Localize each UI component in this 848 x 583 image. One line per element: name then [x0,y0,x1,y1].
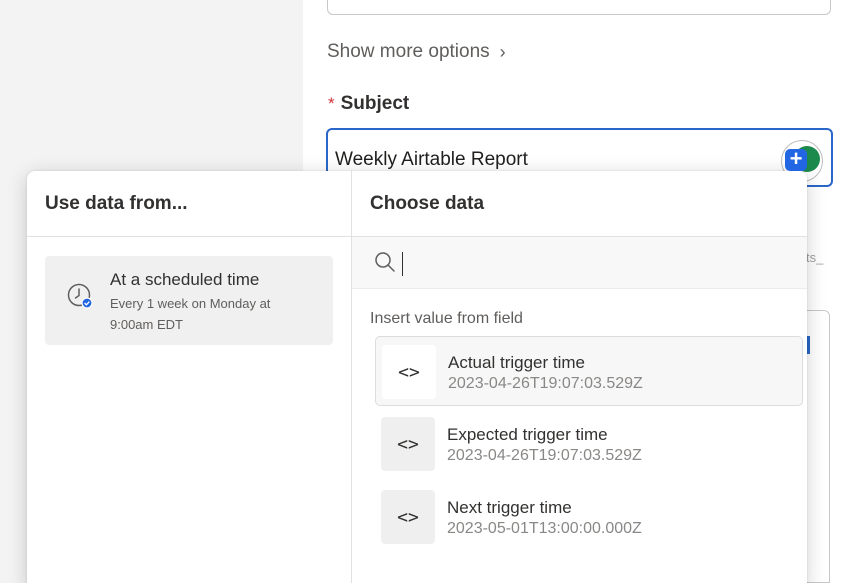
field-value: 2023-05-01T13:00:00.000Z [447,520,642,537]
dynamic-content-picker: Use data from... At a scheduled time Eve… [27,171,807,583]
chevron-right-icon: › [499,41,506,62]
show-more-options-link[interactable]: Show more options › [327,41,506,63]
choose-data-column: Choose data Insert value from field <> A… [352,171,807,583]
search-bar [352,237,807,289]
field-expected-trigger-time[interactable]: <> Expected trigger time 2023-04-26T19:0… [375,409,803,479]
code-icon: <> [382,345,436,399]
code-icon: <> [381,417,435,471]
partial-field-text: ts_ [806,250,824,265]
search-icon [375,252,395,272]
insert-value-section-label: Insert value from field [370,310,523,327]
field-value: 2023-04-26T19:07:03.529Z [447,447,642,464]
required-asterisk: * [328,94,335,113]
use-data-from-header: Use data from... [27,171,351,237]
source-item-scheduled-time[interactable]: At a scheduled time Every 1 week on Mond… [45,256,333,345]
subject-input-value: Weekly Airtable Report [335,149,528,170]
code-icon: <> [381,490,435,544]
clock-icon [67,283,93,309]
field-next-trigger-time[interactable]: <> Next trigger time 2023-05-01T13:00:00… [375,482,803,552]
show-more-label: Show more options [327,41,490,62]
field-name: Next trigger time [447,498,572,517]
plus-icon: + [785,148,807,171]
subject-label-text: Subject [340,93,410,114]
source-title: At a scheduled time [110,270,260,289]
subject-label: * Subject [328,93,409,115]
field-name: Actual trigger time [448,353,585,372]
search-input[interactable] [402,247,782,279]
choose-data-header: Choose data [352,171,807,237]
data-source-column: Use data from... At a scheduled time Eve… [27,171,352,583]
field-name: Expected trigger time [447,425,608,444]
source-subtitle: Every 1 week on Monday at 9:00am EDT [110,296,271,332]
field-value: 2023-04-26T19:07:03.529Z [448,375,643,392]
field-actual-trigger-time[interactable]: <> Actual trigger time 2023-04-26T19:07:… [375,336,803,406]
previous-input-field[interactable] [327,0,831,15]
text-cursor [402,252,403,276]
